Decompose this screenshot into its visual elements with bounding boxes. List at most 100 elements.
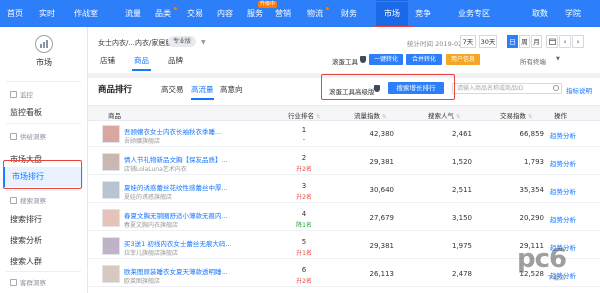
tab-product[interactable]: 商品 (132, 55, 151, 71)
trend-analysis-link[interactable]: 趋势分析 (550, 158, 576, 168)
sidebar-item-search-analysis[interactable]: 搜索分析 (10, 235, 42, 246)
merge-convert-button[interactable]: 合并转化 (406, 54, 442, 65)
product-thumbnail[interactable] (102, 181, 120, 199)
industry-rank: 3 (301, 182, 307, 190)
nav-item-competition[interactable]: 竞争 (410, 0, 436, 27)
one-click-convert-button[interactable]: 一键转化 (369, 54, 403, 65)
sidebar-header: 市场 (0, 35, 88, 68)
col-search[interactable]: 搜索人气 ⇅ (428, 110, 460, 120)
search-group-icon (10, 196, 17, 204)
range-day[interactable]: 日 (507, 35, 518, 48)
sidebar-item-search-ranking[interactable]: 搜索排行 (10, 214, 42, 225)
sidebar-group-supply: 供给洞察 (10, 131, 46, 141)
range-30d[interactable]: 30天 (479, 35, 497, 48)
sort-icon[interactable]: ⇅ (382, 114, 386, 120)
nav-item-fetch-data[interactable]: 取数 (528, 0, 552, 27)
col-rank[interactable]: 行业排名 ⇅ (288, 110, 320, 120)
product-name-link[interactable]: 夏娃的诱惑蕾丝花纹性感蕾丝中厚... (124, 182, 234, 192)
next-icon[interactable]: › (572, 35, 584, 48)
nav-item-realtime[interactable]: 实时 (32, 0, 62, 27)
user-info-button[interactable]: 用户信息 (446, 54, 480, 65)
sort-icon[interactable]: ⇅ (456, 114, 460, 120)
traffic-index: 42,380 (369, 130, 395, 138)
nav-item-business-zone[interactable]: 业务专区 (450, 0, 498, 27)
search-popularity: 1,975 (451, 242, 472, 250)
terminal-select[interactable]: 所有终端 (520, 56, 546, 66)
search-input[interactable]: 请输入商品名称或商品ID (452, 83, 562, 94)
rank-change: 升1名 (296, 250, 312, 257)
trend-analysis-link[interactable]: 趋势分析 (550, 214, 576, 224)
nav-item-home[interactable]: 首页 (0, 0, 30, 27)
trade-index: 35,354 (519, 186, 545, 194)
industry-rank: 4 (301, 210, 307, 218)
traffic-index: 27,679 (369, 214, 395, 222)
product-thumbnail[interactable] (102, 265, 120, 283)
chevron-down-icon[interactable]: ▼ (201, 39, 206, 46)
range-week[interactable]: 周 (519, 35, 530, 48)
table-row: 夏娃的诱惑蕾丝花纹性感蕾丝中厚... 夏娃的诱惑旗舰店 3 升2名 30,640 2,51… (88, 177, 600, 203)
traffic-index: 30,640 (369, 186, 395, 194)
product-name-link[interactable]: 春夏文胸无钢圈舒适小薄款无痕内... (124, 210, 234, 220)
product-thumbnail[interactable] (102, 237, 120, 255)
product-thumbnail[interactable] (102, 153, 120, 171)
divider (6, 123, 81, 124)
product-thumbnail[interactable] (102, 125, 120, 143)
trend-analysis-link[interactable]: 趋势分析 (550, 186, 576, 196)
nav-item-logistics[interactable]: 物流 (302, 0, 328, 27)
sort-icon[interactable]: ⇅ (316, 114, 320, 120)
rank-change: 升2名 (296, 278, 312, 285)
customer-icon (10, 278, 17, 286)
sidebar-item-monitor-board[interactable]: 监控看板 (10, 107, 42, 118)
search-popularity: 3,150 (451, 214, 472, 222)
search-icon[interactable] (553, 85, 559, 91)
range-month[interactable]: 月 (531, 35, 542, 48)
trade-index: 66,859 (519, 130, 545, 138)
shield-icon (374, 85, 380, 92)
product-thumbnail[interactable] (102, 209, 120, 227)
sidebar-group-search: 搜索洞察 (10, 195, 46, 205)
trend-analysis-link[interactable]: 趋势分析 (550, 130, 576, 140)
tab-high-trade[interactable]: 高交易 (161, 84, 184, 95)
sidebar-title: 市场 (36, 58, 52, 67)
nav-item-market[interactable]: 市场 (376, 0, 408, 27)
nav-item-warroom[interactable]: 作战室 (66, 0, 106, 27)
prev-icon[interactable]: ‹ (559, 35, 571, 48)
nav-item-finance[interactable]: 财务 (336, 0, 362, 27)
search-growth-ranking-button[interactable]: 搜索增长排行 (388, 82, 444, 94)
tab-high-traffic[interactable]: 高流量 (191, 84, 214, 100)
tab-high-intent[interactable]: 高意向 (220, 84, 243, 95)
watermark-logo: pc6 (517, 244, 567, 274)
chevron-down-icon[interactable]: ▼ (556, 56, 560, 62)
nav-item-traffic[interactable]: 流量 (120, 0, 146, 27)
industry-rank: 1 (301, 126, 307, 134)
card-title: 商品排行 (98, 85, 133, 95)
category-selector[interactable]: 女士内衣/...内衣/家居服 (98, 38, 172, 48)
sidebar-item-market-ranking[interactable]: 市场排行 (3, 167, 83, 187)
product-name-link[interactable]: 吾顾嬢衣女士内衣长袖秋衣季睡... (124, 126, 234, 136)
nav-item-academy[interactable]: 学院 (560, 0, 586, 27)
sidebar-item-search-crowd[interactable]: 搜索人群 (10, 256, 42, 267)
tab-shop[interactable]: 店铺 (100, 55, 115, 66)
nav-item-trade[interactable]: 交易 (182, 0, 208, 27)
product-name-link[interactable]: 情人节礼物新品文胸【保友品质】... (124, 154, 234, 164)
nav-item-content[interactable]: 内容 (212, 0, 238, 27)
tab-brand[interactable]: 品牌 (168, 55, 183, 66)
divider (6, 81, 81, 82)
divider (6, 271, 81, 272)
col-traffic[interactable]: 流量指数 ⇅ (354, 110, 386, 120)
product-name-link[interactable]: 欧莱图原装睡衣女夏天薄款透明睡... (124, 266, 234, 276)
sort-icon[interactable]: ⇅ (528, 114, 532, 120)
traffic-index: 29,381 (369, 158, 395, 166)
explain-link[interactable]: 指标说明 (566, 85, 592, 95)
nav-item-marketing[interactable]: 营销 (270, 0, 296, 27)
product-name-link[interactable]: 买3送1 初线内衣女士蕾丝无痕大码... (124, 238, 234, 248)
market-icon (35, 35, 53, 53)
calendar-icon[interactable] (546, 35, 558, 48)
traffic-index: 26,113 (369, 270, 395, 278)
col-trade[interactable]: 交易指数 ⇅ (500, 110, 532, 120)
industry-rank: 6 (301, 266, 307, 274)
table-row: 情人节礼物新品文胸【保友品质】... 店铺LolaLuna艺术内衣 2 升2名 29,3… (88, 149, 600, 175)
sidebar-item-market-overview[interactable]: 市场大盘 (10, 154, 42, 165)
nav-item-category[interactable]: 品类 (150, 0, 176, 27)
range-7d[interactable]: 7天 (460, 35, 476, 48)
